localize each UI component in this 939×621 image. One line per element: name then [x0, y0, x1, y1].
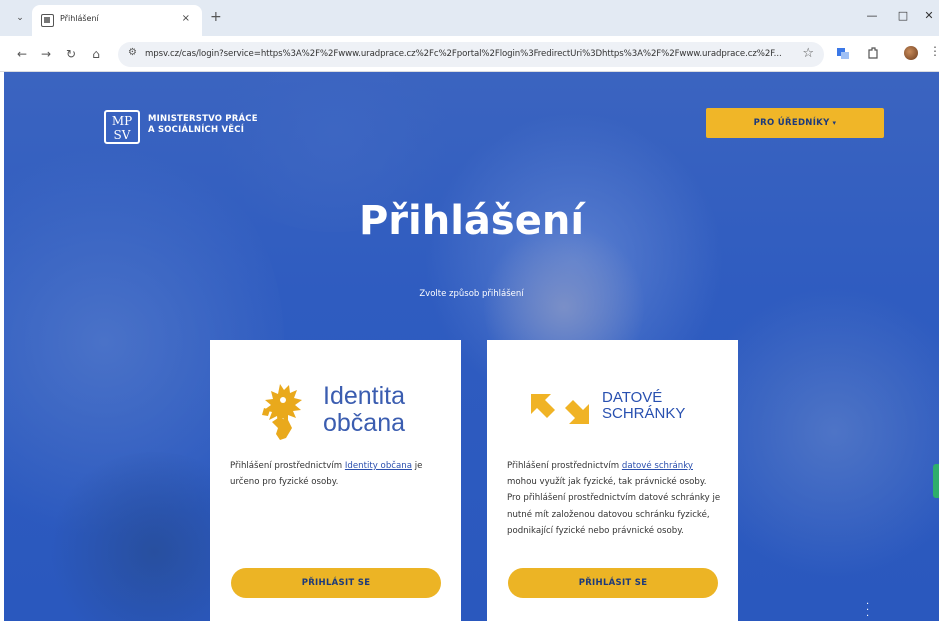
for-officials-label: PRO ÚŘEDNÍKY [753, 118, 830, 128]
back-button[interactable]: ← [14, 46, 30, 62]
home-button[interactable]: ⌂ [88, 46, 104, 62]
identity-description: Přihlášení prostřednictvím Identity obča… [230, 458, 445, 490]
forward-button[interactable]: → [38, 46, 54, 62]
databox-brand-line2: SCHRÁNKY [602, 405, 686, 422]
page-subtitle: Zvolte způsob přihlášení [419, 289, 524, 299]
databox-brand-line1: DATOVÉ [602, 389, 663, 406]
databox-desc-before: Přihlášení prostřednictvím [507, 461, 622, 471]
site-info-icon[interactable]: ⚙ [128, 47, 137, 58]
close-window-button[interactable]: ✕ [919, 9, 939, 22]
browser-menu-icon[interactable]: ⋮ [929, 44, 939, 58]
czech-lion-icon [262, 384, 302, 440]
star-icon[interactable]: ☆ [802, 46, 814, 61]
org-name-line1: MINISTERSTVO PRÁCE [148, 114, 258, 124]
identity-brand-text: Identita občana [323, 383, 405, 437]
databox-login-button[interactable]: PŘIHLÁSIT SE [508, 568, 718, 598]
background-photo [4, 72, 939, 621]
databox-brand-text: DATOVÉ SCHRÁNKY [602, 390, 685, 422]
identity-brand-line2: občana [323, 409, 406, 437]
databox-arrows-icon [531, 394, 589, 424]
login-card-identity: Identita občana Přihlášení prostřednictv… [210, 340, 461, 621]
new-tab-button[interactable]: + [210, 9, 222, 25]
tab-search-icon[interactable]: ⌄ [12, 11, 28, 25]
feedback-tab[interactable] [933, 464, 939, 498]
page-title: Přihlášení [358, 198, 585, 244]
translate-extension-icon[interactable] [836, 46, 850, 60]
favicon-icon [41, 14, 54, 27]
mpsv-logo[interactable]: MP SV [104, 110, 140, 144]
browser-toolbar: ← → ↻ ⌂ ⚙ mpsv.cz/cas/login?service=http… [0, 36, 939, 72]
profile-avatar[interactable] [904, 46, 918, 60]
maximize-button[interactable]: □ [893, 9, 913, 22]
org-name-line2: A SOCIÁLNÍCH VĚCÍ [148, 125, 245, 135]
tab-title: Přihlášení [60, 14, 99, 23]
databox-link[interactable]: datové schránky [622, 461, 693, 471]
databox-description: Přihlášení prostřednictvím datové schrán… [507, 458, 722, 539]
identity-login-button[interactable]: PŘIHLÁSIT SE [231, 568, 441, 598]
identity-desc-before: Přihlášení prostřednictvím [230, 461, 345, 471]
identity-brand-line1: Identita [323, 382, 406, 410]
url-text[interactable]: mpsv.cz/cas/login?service=https%3A%2F%2F… [145, 49, 805, 59]
for-officials-button[interactable]: PRO ÚŘEDNÍKY ▾ [706, 108, 884, 138]
minimize-button[interactable]: — [862, 9, 882, 22]
databox-desc-after: mohou využít jak fyzické, tak právnické … [507, 477, 721, 536]
browser-tab[interactable]: Přihlášení × [32, 5, 202, 36]
browser-tab-strip: ⌄ Přihlášení × + — □ ✕ [0, 0, 939, 36]
identity-link[interactable]: Identity občana [345, 461, 412, 471]
reload-button[interactable]: ↻ [63, 46, 79, 62]
tab-close-icon[interactable]: × [182, 13, 190, 24]
extensions-puzzle-icon[interactable] [866, 46, 880, 60]
address-bar[interactable]: ⚙ mpsv.cz/cas/login?service=https%3A%2F%… [118, 42, 824, 67]
login-card-databox: DATOVÉ SCHRÁNKY Přihlášení prostřednictv… [487, 340, 738, 621]
chevron-down-icon: ▾ [832, 119, 837, 127]
login-page: MP SV MINISTERSTVO PRÁCE A SOCIÁLNÍCH VĚ… [4, 72, 939, 621]
more-dots-icon[interactable]: · · · [866, 600, 869, 621]
org-name[interactable]: MINISTERSTVO PRÁCE A SOCIÁLNÍCH VĚCÍ [148, 114, 258, 136]
